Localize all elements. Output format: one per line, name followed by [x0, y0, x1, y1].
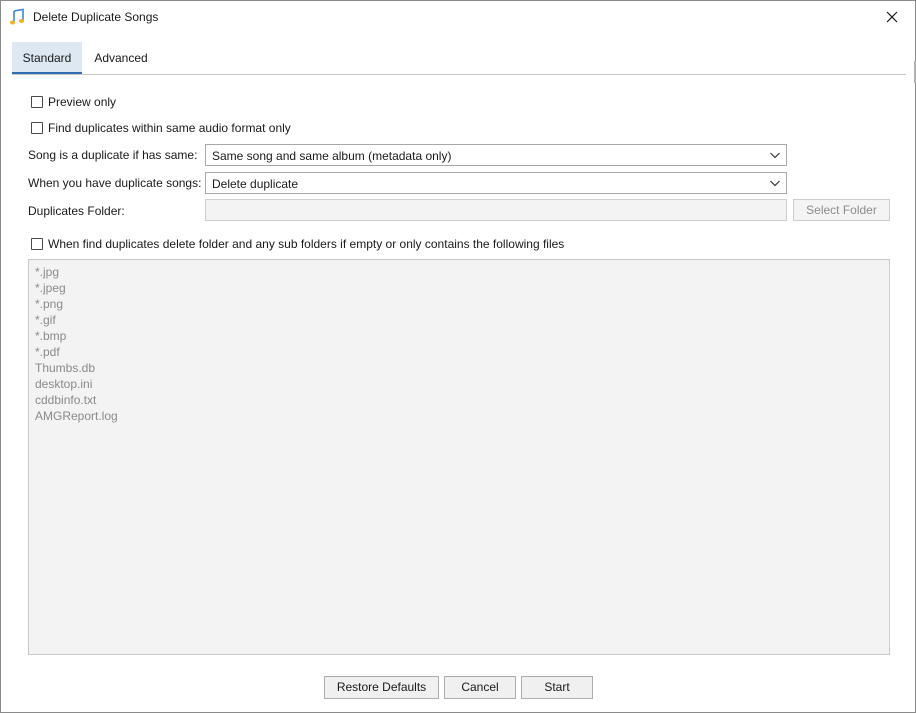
select-folder-button: Select Folder: [793, 199, 890, 221]
close-button[interactable]: [869, 1, 915, 33]
title-bar: Delete Duplicate Songs: [1, 1, 915, 33]
close-icon: [886, 11, 898, 23]
chevron-down-icon: [770, 180, 780, 187]
list-item: *.pdf: [35, 345, 60, 359]
duplicates-folder-input: [205, 199, 787, 221]
duplicate-criteria-label: Song is a duplicate if has same:: [28, 148, 198, 162]
list-item: cddbinfo.txt: [35, 393, 97, 407]
duplicate-criteria-select[interactable]: Same song and same album (metadata only): [205, 144, 787, 166]
same-format-checkbox[interactable]: [31, 122, 43, 134]
chevron-down-icon: [770, 152, 780, 159]
list-item: *.jpeg: [35, 281, 66, 295]
preview-only-checkbox[interactable]: [31, 96, 43, 108]
duplicate-action-label: When you have duplicate songs:: [28, 176, 202, 190]
delete-empty-folders-option[interactable]: When find duplicates delete folder and a…: [31, 237, 564, 251]
duplicate-criteria-value: Same song and same album (metadata only): [212, 149, 452, 163]
duplicate-action-select[interactable]: Delete duplicate: [205, 172, 787, 194]
list-item: *.bmp: [35, 329, 67, 343]
preview-only-option[interactable]: Preview only: [31, 95, 116, 109]
list-item: *.gif: [35, 313, 56, 327]
preview-only-label: Preview only: [48, 95, 117, 109]
music-note-icon: [9, 8, 25, 25]
duplicates-folder-label: Duplicates Folder:: [28, 204, 125, 218]
same-format-label: Find duplicates within same audio format…: [48, 121, 291, 135]
list-item: AMGReport.log: [35, 409, 118, 423]
delete-empty-folders-label: When find duplicates delete folder and a…: [48, 237, 565, 251]
delete-empty-folders-checkbox[interactable]: [31, 238, 43, 250]
tab-divider: [12, 74, 906, 75]
file-patterns-textarea: *.jpg *.jpeg *.png *.gif *.bmp *.pdf Thu…: [28, 259, 890, 655]
cancel-button[interactable]: Cancel: [444, 676, 516, 699]
list-item: Thumbs.db: [35, 361, 96, 375]
restore-defaults-button[interactable]: Restore Defaults: [324, 676, 439, 699]
list-item: *.jpg: [35, 265, 60, 279]
duplicate-action-value: Delete duplicate: [212, 177, 299, 191]
tab-advanced[interactable]: Advanced: [84, 42, 158, 74]
dialog-window: Delete Duplicate Songs Standard Advanced…: [0, 0, 916, 713]
list-item: desktop.ini: [35, 377, 93, 391]
same-format-option[interactable]: Find duplicates within same audio format…: [31, 121, 291, 135]
list-item: *.png: [35, 297, 64, 311]
start-button[interactable]: Start: [521, 676, 593, 699]
window-title: Delete Duplicate Songs: [33, 10, 159, 24]
tab-standard[interactable]: Standard: [12, 42, 82, 74]
